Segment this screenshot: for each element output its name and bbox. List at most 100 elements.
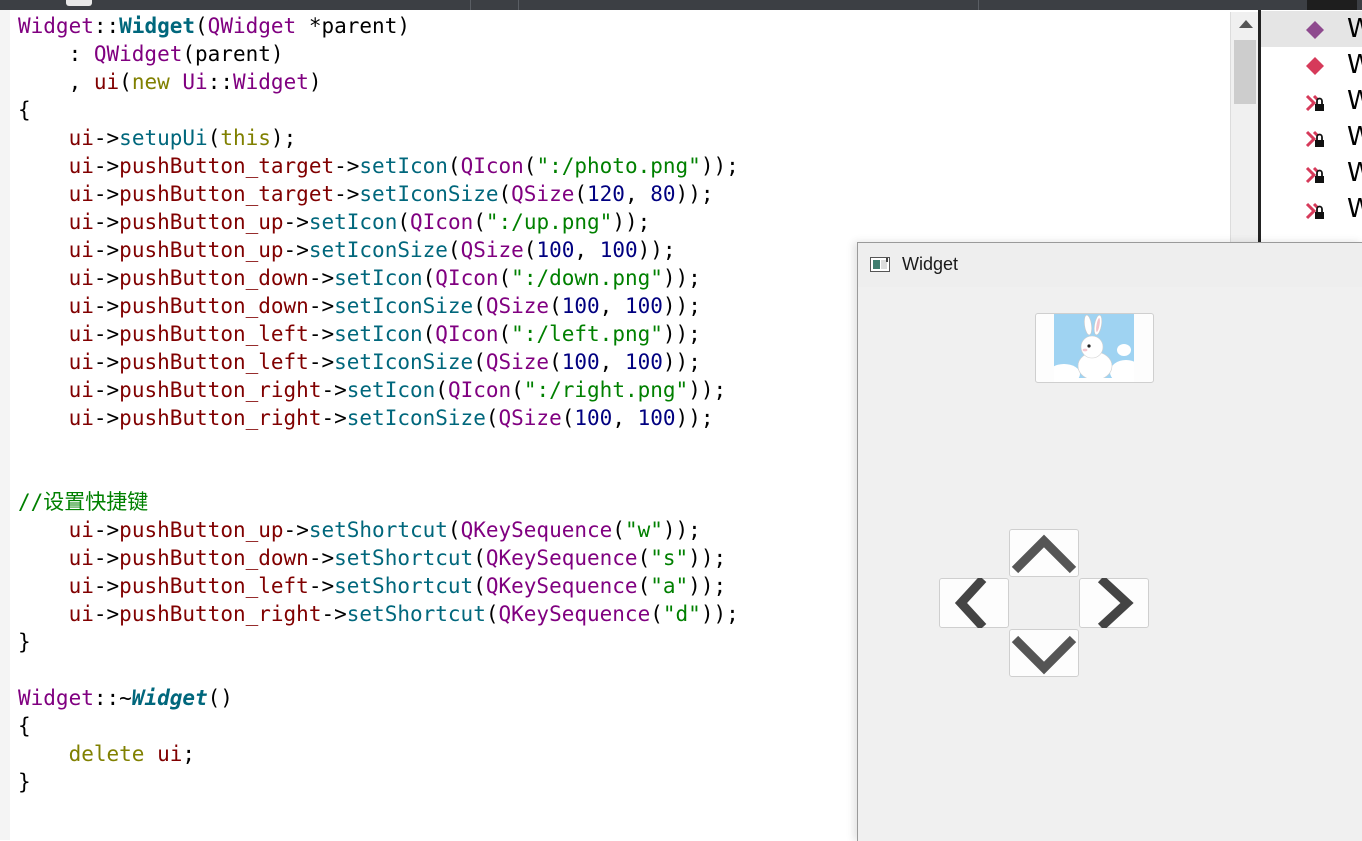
code-token: ui: [68, 518, 94, 542]
code-token: setShortcut: [334, 546, 474, 570]
chevron-up-icon: [1011, 534, 1077, 574]
code-token: "d": [662, 602, 701, 626]
code-token: QIcon: [447, 378, 512, 402]
code-token: *parent): [296, 14, 410, 38]
code-token: 120: [587, 182, 625, 206]
code-token: ->: [93, 350, 120, 374]
up-button[interactable]: [1009, 529, 1079, 577]
outline-item[interactable]: W: [1261, 11, 1362, 47]
scroll-up-arrow-icon[interactable]: [1239, 20, 1253, 28]
code-line[interactable]: Widget::Widget(QWidget *parent): [18, 12, 1228, 40]
code-token: ));: [637, 238, 676, 262]
code-token: (: [485, 406, 499, 430]
code-token: ->: [283, 238, 309, 262]
target-button[interactable]: [1035, 313, 1154, 383]
code-token: setIcon: [334, 266, 423, 290]
locked-member-icon: [1305, 94, 1324, 112]
code-token: ui: [157, 742, 183, 766]
code-token: ->: [321, 602, 347, 626]
code-token: ,: [574, 238, 600, 262]
code-token: ui: [68, 322, 94, 346]
code-token: (: [397, 210, 411, 234]
scrollbar-thumb[interactable]: [1234, 40, 1256, 104]
code-token: Widget: [18, 14, 94, 38]
panel-header: [1307, 0, 1357, 10]
code-token: (: [511, 378, 524, 402]
window-app-icon: [870, 257, 890, 272]
class-outline-panel: WWWWWW: [1258, 0, 1362, 242]
code-token: Widget: [131, 686, 208, 710]
code-token: pushButton_left: [119, 322, 309, 346]
code-line[interactable]: ui->pushButton_target->setIcon(QIcon(":/…: [18, 152, 1228, 180]
outline-item[interactable]: W: [1261, 83, 1362, 119]
code-token: ));: [675, 182, 714, 206]
code-token: (: [650, 602, 663, 626]
code-token: (: [498, 182, 512, 206]
tab-separator: [518, 0, 519, 10]
window-titlebar[interactable]: Widget: [858, 243, 1362, 287]
code-token: ":/left.png": [511, 322, 663, 346]
code-token: (: [523, 238, 537, 262]
code-token: ui: [68, 574, 94, 598]
outline-item[interactable]: W: [1261, 119, 1362, 155]
code-token: QSize: [485, 294, 550, 318]
code-token: QKeySequence: [485, 574, 638, 598]
outline-item[interactable]: W: [1261, 155, 1362, 191]
code-line[interactable]: : QWidget(parent): [18, 40, 1228, 68]
code-token: ));: [700, 154, 739, 178]
code-token: (: [473, 350, 486, 374]
chevron-left-icon: [954, 578, 987, 628]
chevron-right-icon: [1097, 578, 1134, 628]
rabbit-photo-icon: [1054, 314, 1134, 382]
code-token: ->: [93, 322, 120, 346]
code-token: pushButton_left: [119, 574, 309, 598]
locked-member-icon: [1305, 202, 1324, 220]
outline-item-label: W: [1347, 86, 1362, 116]
code-line[interactable]: ui->setupUi(this);: [18, 124, 1228, 152]
outline-item[interactable]: W: [1261, 47, 1362, 83]
code-token: ));: [662, 294, 701, 318]
tab-separator: [470, 0, 471, 10]
code-token: ->: [93, 406, 120, 430]
code-token: QIcon: [410, 210, 474, 234]
code-token: (: [637, 574, 651, 598]
code-line[interactable]: , ui(new Ui::Widget): [18, 68, 1228, 96]
code-token: (: [422, 266, 436, 290]
code-token: ->: [93, 518, 120, 542]
code-token: QKeySequence: [485, 546, 638, 570]
code-token: QKeySequence: [498, 602, 651, 626]
code-token: }: [18, 770, 31, 794]
code-token: ->: [93, 574, 120, 598]
code-line[interactable]: {: [18, 96, 1228, 124]
tab-separator: [978, 0, 979, 10]
code-token: ->: [93, 238, 120, 262]
code-token: ->: [93, 182, 120, 206]
purple-diamond-icon: [1306, 21, 1324, 39]
down-button[interactable]: [1009, 629, 1079, 677]
code-token: ":/right.png": [523, 378, 689, 402]
code-token: (: [498, 322, 512, 346]
code-token: this: [220, 126, 271, 150]
code-token: "a": [650, 574, 689, 598]
code-line[interactable]: ui->pushButton_target->setIconSize(QSize…: [18, 180, 1228, 208]
outline-item-label: W: [1347, 194, 1362, 224]
code-token: (: [574, 182, 588, 206]
outline-item[interactable]: W: [1261, 191, 1362, 227]
active-tab-indicator[interactable]: [66, 0, 92, 6]
widget-window: Widget: [857, 242, 1362, 841]
code-token: ));: [612, 210, 651, 234]
code-line[interactable]: ui->pushButton_up->setIcon(QIcon(":/up.p…: [18, 208, 1228, 236]
code-token: setIcon: [308, 210, 398, 234]
top-tab-bar: [0, 0, 1362, 10]
right-button[interactable]: [1079, 578, 1149, 628]
left-button[interactable]: [939, 578, 1009, 628]
code-token: ->: [93, 378, 120, 402]
code-token: pushButton_target: [119, 182, 335, 206]
